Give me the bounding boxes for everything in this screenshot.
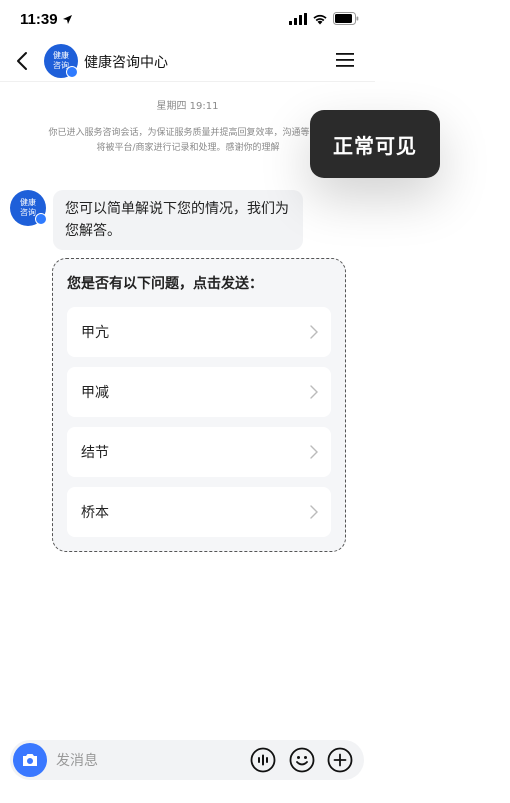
bot-message-bubble: 您可以简单解说下您的情况，我们为您解答。 <box>53 190 303 250</box>
status-bar: 11:39 <box>0 0 375 40</box>
verified-badge-icon <box>35 213 47 225</box>
system-notice: 你已进入服务咨询会话，为保证服务质量并提高回复效率，沟通等信息将被平台/商家进行… <box>48 128 328 153</box>
plus-icon[interactable] <box>327 747 353 773</box>
battery-icon <box>333 12 359 25</box>
menu-icon[interactable] <box>335 51 355 69</box>
verified-badge-icon <box>66 66 78 78</box>
quick-question-label: 结节 <box>81 445 109 461</box>
wifi-icon <box>313 14 327 24</box>
quick-question-title: 您是否有以下问题，点击发送： <box>67 276 263 292</box>
cellular-signal-icon <box>289 12 307 25</box>
toast-message: 正常可见 <box>310 110 440 178</box>
quick-question-card: 您是否有以下问题，点击发送： 甲亢 甲减 结节 桥本 <box>52 258 346 552</box>
page-title: 健康咨询中心 <box>84 55 168 71</box>
chevron-right-icon <box>310 445 318 459</box>
quick-question-item[interactable]: 结节 <box>67 427 331 477</box>
chevron-right-icon <box>310 385 318 399</box>
voice-icon[interactable] <box>250 747 276 773</box>
quick-question-item[interactable]: 甲亢 <box>67 307 331 357</box>
camera-icon <box>23 754 37 766</box>
quick-question-label: 甲亢 <box>81 325 109 341</box>
back-chevron-icon[interactable] <box>12 50 34 72</box>
quick-question-item[interactable]: 桥本 <box>67 487 331 537</box>
bot-avatar[interactable]: 健康咨询 <box>10 190 47 226</box>
shop-avatar[interactable]: 健康咨询 <box>44 44 78 78</box>
status-icons <box>289 12 359 25</box>
avatar-text: 健康咨询 <box>20 198 36 217</box>
quick-question-label: 甲减 <box>81 385 109 401</box>
message-input[interactable]: 发消息 <box>56 750 98 770</box>
nav-bar: 健康咨询 健康咨询中心 <box>0 40 375 82</box>
chevron-right-icon <box>310 505 318 519</box>
chevron-right-icon <box>310 325 318 339</box>
location-arrow-icon <box>63 15 72 24</box>
emoji-icon[interactable] <box>289 747 315 773</box>
status-time: 11:39 <box>20 11 58 28</box>
quick-question-item[interactable]: 甲减 <box>67 367 331 417</box>
message-input-bar: 发消息 <box>10 740 364 780</box>
camera-button[interactable] <box>13 743 47 777</box>
quick-question-label: 桥本 <box>81 505 109 521</box>
